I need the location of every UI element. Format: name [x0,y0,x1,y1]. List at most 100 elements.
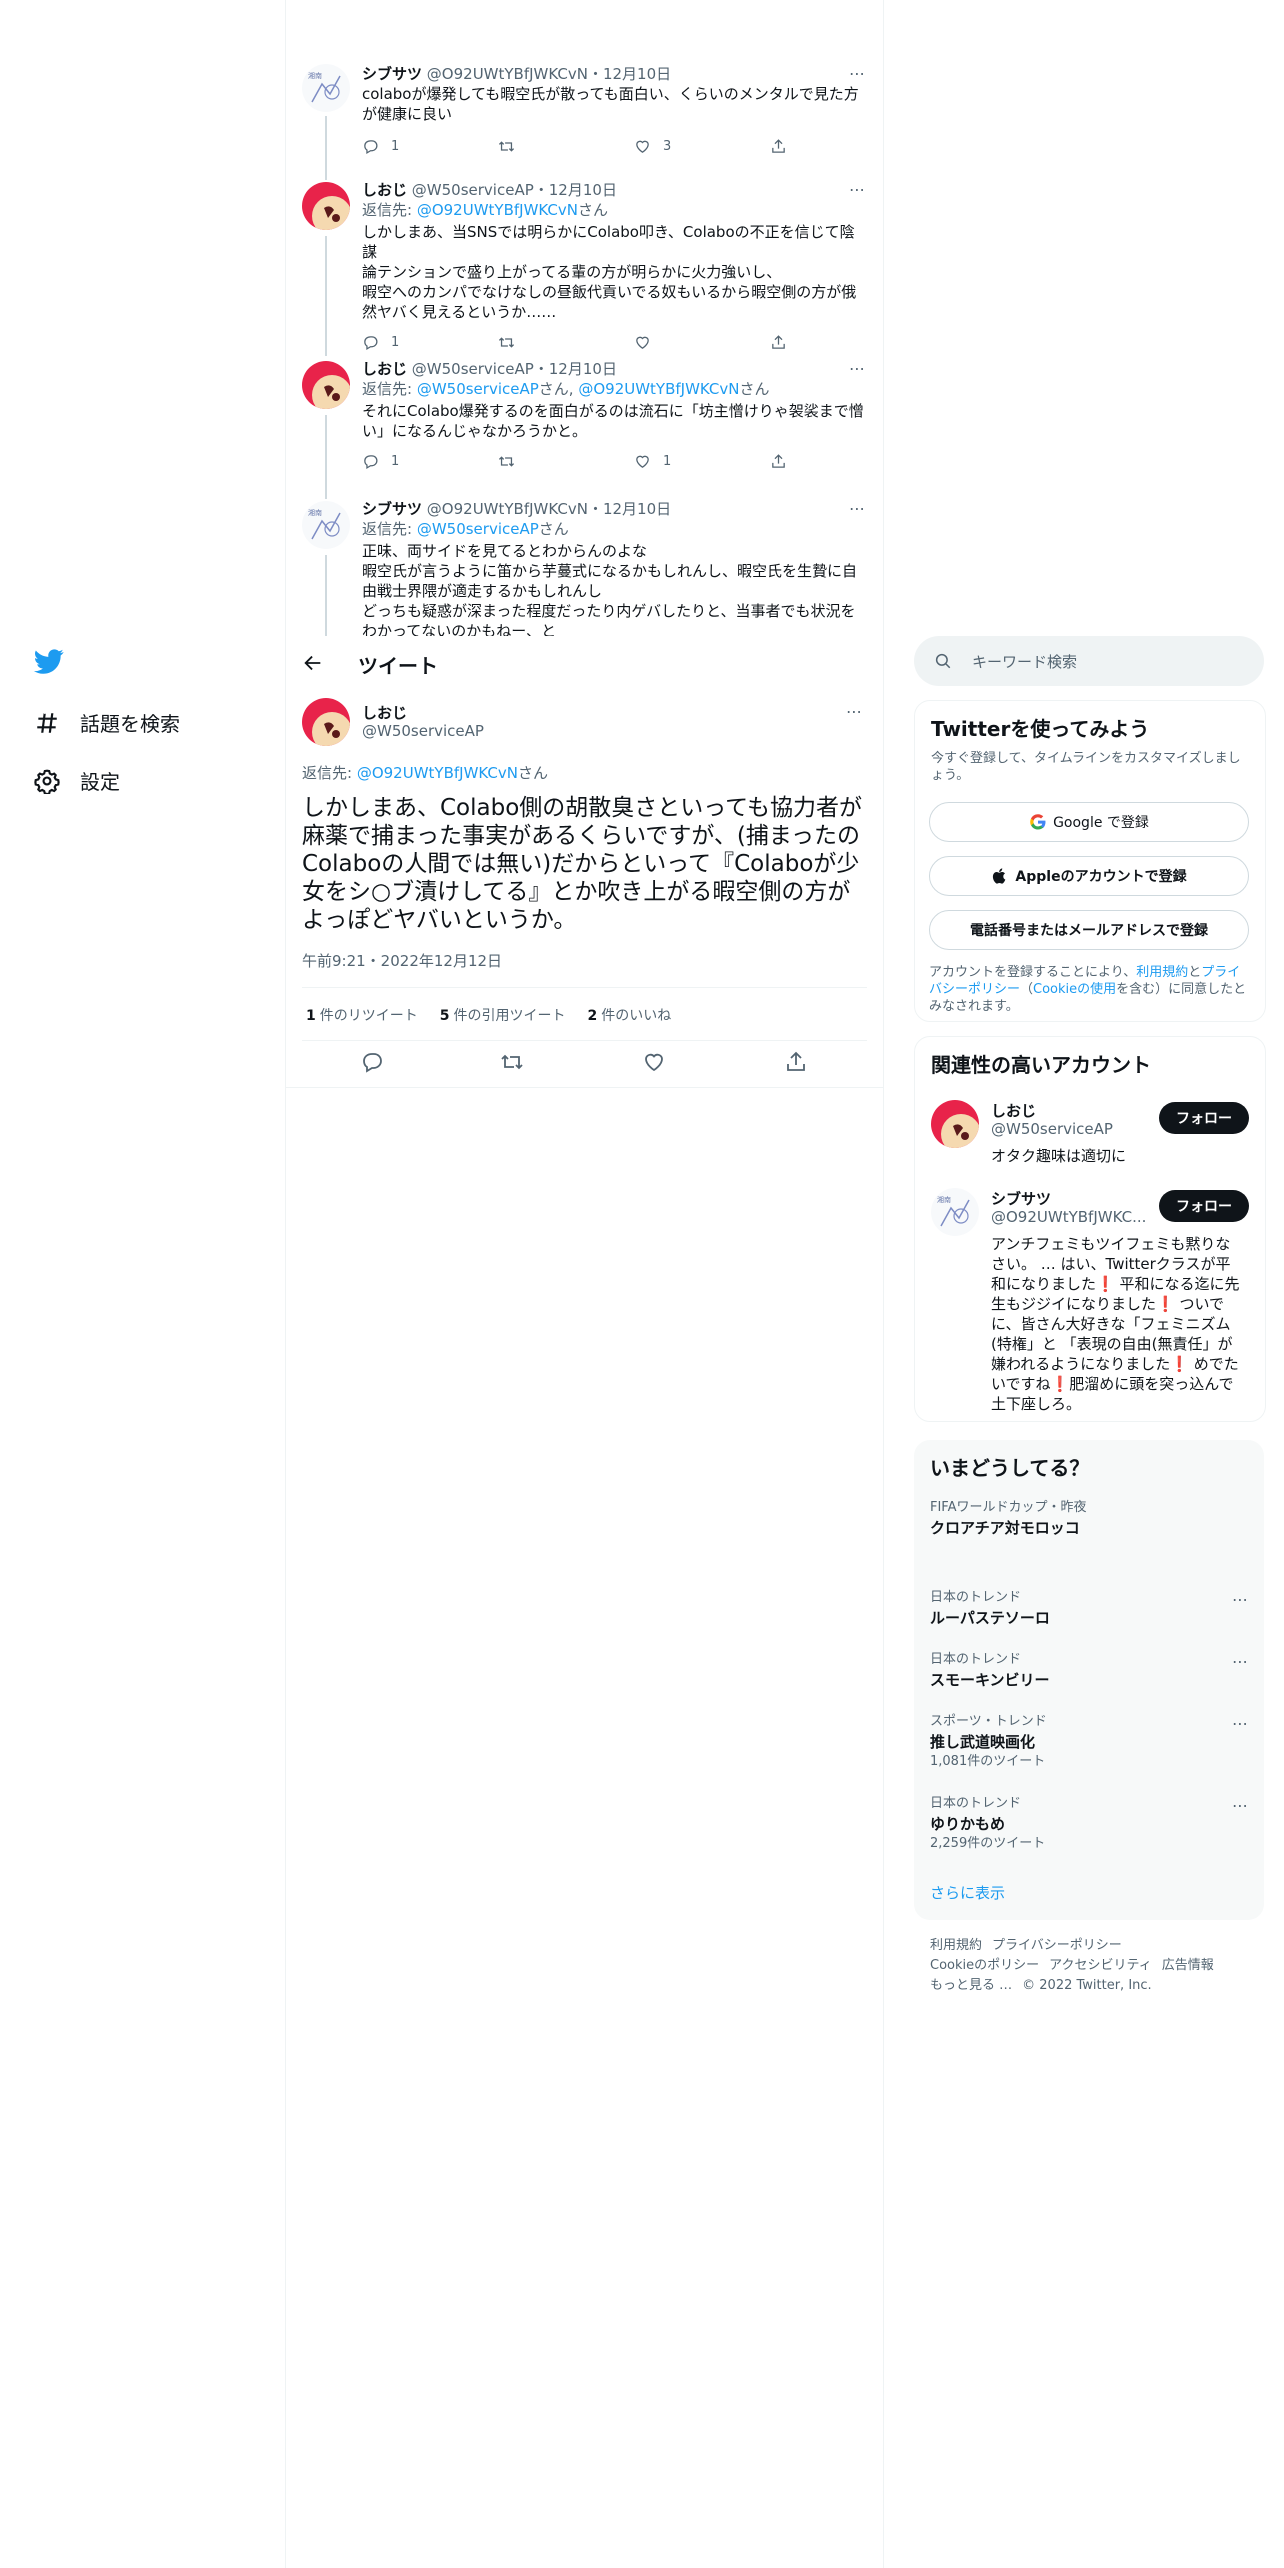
author-name[interactable]: シブサツ [362,500,422,518]
footer-link[interactable]: 利用規約 [930,1938,982,1953]
svg-text:湘南: 湘南 [937,1195,951,1204]
reply-count: 1 [391,454,400,469]
account-name[interactable]: シブサツ [991,1188,1051,1209]
like-button[interactable] [634,334,651,351]
reply-icon[interactable] [360,1050,384,1074]
reply-to-link[interactable]: @W50serviceAP [417,380,539,398]
footer-link[interactable]: 広告情報 [1162,1958,1214,1973]
footer-more-link[interactable]: もっと見る … [930,1978,1012,1993]
column-divider-right [883,0,884,2568]
author-name[interactable]: しおじ [362,181,407,199]
reply-to-link[interactable]: @O92UWtYBfJWKCvN [357,764,518,782]
sidebar-item-settings[interactable]: 設定 [34,766,120,795]
like-button[interactable]: 1 [634,453,671,470]
google-signup-button[interactable]: Google で登録 [929,802,1249,842]
tweet-timestamp[interactable]: 午前9:21・2022年12月12日 [302,950,502,971]
reply-button[interactable]: 1 [362,138,399,155]
avatar[interactable]: 湘南 [931,1188,979,1236]
trend-item[interactable]: 日本のトレンド ゆりかもめ 2,259件のツイート ⋯ [930,1796,1248,1852]
account-handle[interactable]: @W50serviceAP [991,1120,1151,1138]
share-button[interactable] [770,138,787,155]
avatar[interactable] [931,1100,979,1148]
account-handle[interactable]: @O92UWtYBfJWKC... [991,1208,1151,1226]
author-name[interactable]: しおじ [362,702,407,723]
retweet-button[interactable] [498,334,515,351]
trend-item[interactable]: スポーツ・トレンド 推し武道映画化 1,081件のツイート ⋯ [930,1714,1248,1770]
author-handle[interactable]: @W50serviceAP [412,181,534,199]
more-options-button[interactable]: ⋯ [847,359,867,379]
phone-email-signup-button[interactable]: 電話番号またはメールアドレスで登録 [929,910,1249,950]
search-input[interactable] [970,648,1244,676]
follow-button[interactable]: フォロー [1159,1190,1249,1222]
more-options-button[interactable]: ⋯ [1232,1796,1248,1815]
author-name[interactable]: シブサツ [362,65,422,83]
back-arrow-icon[interactable] [302,652,324,674]
tweet-date[interactable]: ・12月10日 [588,65,671,83]
author-name[interactable]: しおじ [362,360,407,378]
avatar[interactable] [302,361,350,409]
sidebar-item-explore[interactable]: 話題を検索 [34,708,180,737]
retweet-stat[interactable]: 1 件のリツイート [306,1005,418,1025]
like-stat[interactable]: 2 件のいいね [588,1005,672,1025]
tweet-date[interactable]: ・12月10日 [588,500,671,518]
more-options-button[interactable]: ⋯ [1232,1714,1248,1733]
retweet-icon [498,337,515,348]
tweet-date[interactable]: ・12月10日 [534,360,617,378]
more-options-button[interactable]: ⋯ [847,64,867,84]
more-options-button[interactable]: ⋯ [846,702,862,721]
related-account[interactable]: 湘南 シブサツ @O92UWtYBfJWKC... アンチフェミもツイフェミも黙… [931,1188,1249,1413]
reply-icon [364,336,378,351]
quote-tweet-stat[interactable]: 5 件の引用ツイート [440,1005,566,1025]
tweet-date[interactable]: ・12月10日 [534,181,617,199]
like-count: 3 [663,139,672,154]
like-button[interactable]: 3 [634,138,671,155]
divider [286,1087,883,1088]
account-bio: オタク趣味は適切に [991,1147,1127,1165]
retweet-button[interactable] [498,138,527,155]
more-options-button[interactable]: ⋯ [847,180,867,200]
apple-signup-button[interactable]: Appleのアカウントで登録 [929,856,1249,896]
reply-to-link[interactable]: @W50serviceAP [417,520,539,538]
avatar[interactable] [302,698,350,746]
cookie-link[interactable]: Cookieの使用 [1033,982,1116,997]
avatar[interactable]: 湘南 [302,501,350,549]
related-account[interactable]: しおじ @W50serviceAP オタク趣味は適切に フォロー [931,1100,1249,1184]
more-options-button[interactable]: ⋯ [1232,1590,1248,1609]
retweet-button[interactable] [498,453,515,470]
footer-link[interactable]: アクセシビリティ [1049,1958,1152,1973]
reply-button[interactable]: 1 [362,453,399,470]
more-options-button[interactable]: ⋯ [1232,1652,1248,1671]
trend-name: スモーキンビリー [930,1671,1050,1689]
reply-to-link[interactable]: @O92UWtYBfJWKCvN [417,201,578,219]
trend-item[interactable]: FIFAワールドカップ・昨夜 クロアチア対モロッコ [930,1500,1248,1538]
trend-name: クロアチア対モロッコ [930,1519,1080,1537]
stat-label: 件のリツイート [319,1008,418,1024]
heart-icon[interactable] [642,1050,666,1074]
reply-button[interactable]: 1 [362,334,399,351]
trend-item[interactable]: 日本のトレンド ルーパステソーロ ⋯ [930,1590,1248,1628]
share-button[interactable] [770,334,787,351]
follow-button[interactable]: フォロー [1159,1102,1249,1134]
footer-link[interactable]: Cookieのポリシー [930,1958,1039,1973]
terms-link[interactable]: 利用規約 [1136,965,1188,980]
author-handle[interactable]: @W50serviceAP [412,360,534,378]
twitter-bird-icon[interactable] [32,646,66,676]
avatar[interactable]: 湘南 [302,64,350,112]
author-handle[interactable]: @O92UWtYBfJWKCvN [427,65,588,83]
retweet-icon[interactable] [500,1050,524,1074]
trend-item[interactable]: 日本のトレンド スモーキンビリー ⋯ [930,1652,1248,1690]
legal-text: アカウントを登録することにより、 [929,965,1137,980]
more-options-button[interactable]: ⋯ [847,499,867,519]
share-icon[interactable] [784,1050,808,1074]
search-box[interactable] [914,636,1264,686]
author-handle[interactable]: @W50serviceAP [362,722,484,740]
footer-link[interactable]: プライバシーポリシー [992,1938,1122,1953]
show-more-link[interactable]: さらに表示 [930,1882,1005,1903]
reply-to-link[interactable]: @O92UWtYBfJWKCvN [578,380,739,398]
avatar[interactable] [302,182,350,230]
reply-count: 1 [391,335,400,350]
account-name[interactable]: しおじ [991,1100,1036,1121]
share-button[interactable] [770,453,787,470]
trend-category: 日本のトレンド [930,1796,1022,1811]
author-handle[interactable]: @O92UWtYBfJWKCvN [427,500,588,518]
